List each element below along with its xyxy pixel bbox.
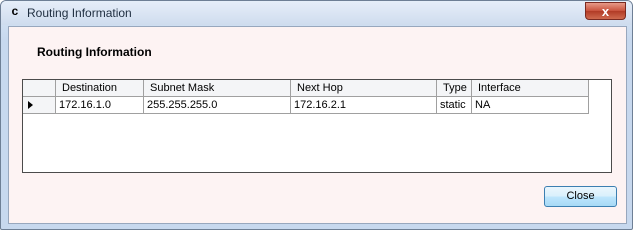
cell-next-hop[interactable]: 172.16.2.1 <box>291 97 437 114</box>
header-corner <box>23 80 56 97</box>
column-header-type[interactable]: Type <box>437 80 472 97</box>
routing-table[interactable]: Destination Subnet Mask Next Hop Type In… <box>22 79 612 173</box>
cell-type[interactable]: static <box>437 97 472 114</box>
row-selector[interactable] <box>23 97 56 114</box>
current-row-arrow-icon <box>28 101 33 109</box>
close-icon: x <box>601 4 610 19</box>
app-icon: c <box>11 5 19 19</box>
window-title: Routing Information <box>27 6 132 20</box>
cell-interface[interactable]: NA <box>472 97 589 114</box>
column-header-next-hop[interactable]: Next Hop <box>291 80 437 97</box>
column-header-subnet-mask[interactable]: Subnet Mask <box>144 80 291 97</box>
column-header-interface[interactable]: Interface <box>472 80 589 97</box>
routing-info-window: c Routing Information x Routing Informat… <box>0 0 633 230</box>
cell-subnet-mask[interactable]: 255.255.255.0 <box>144 97 291 114</box>
title-bar[interactable]: c Routing Information x <box>1 1 632 25</box>
dialog-body: Routing Information Destination Subnet M… <box>8 26 627 224</box>
section-heading: Routing Information <box>37 45 152 59</box>
close-button[interactable]: Close <box>544 186 617 207</box>
column-header-destination[interactable]: Destination <box>56 80 144 97</box>
window-close-button[interactable]: x <box>585 2 626 20</box>
cell-destination[interactable]: 172.16.1.0 <box>56 97 144 114</box>
